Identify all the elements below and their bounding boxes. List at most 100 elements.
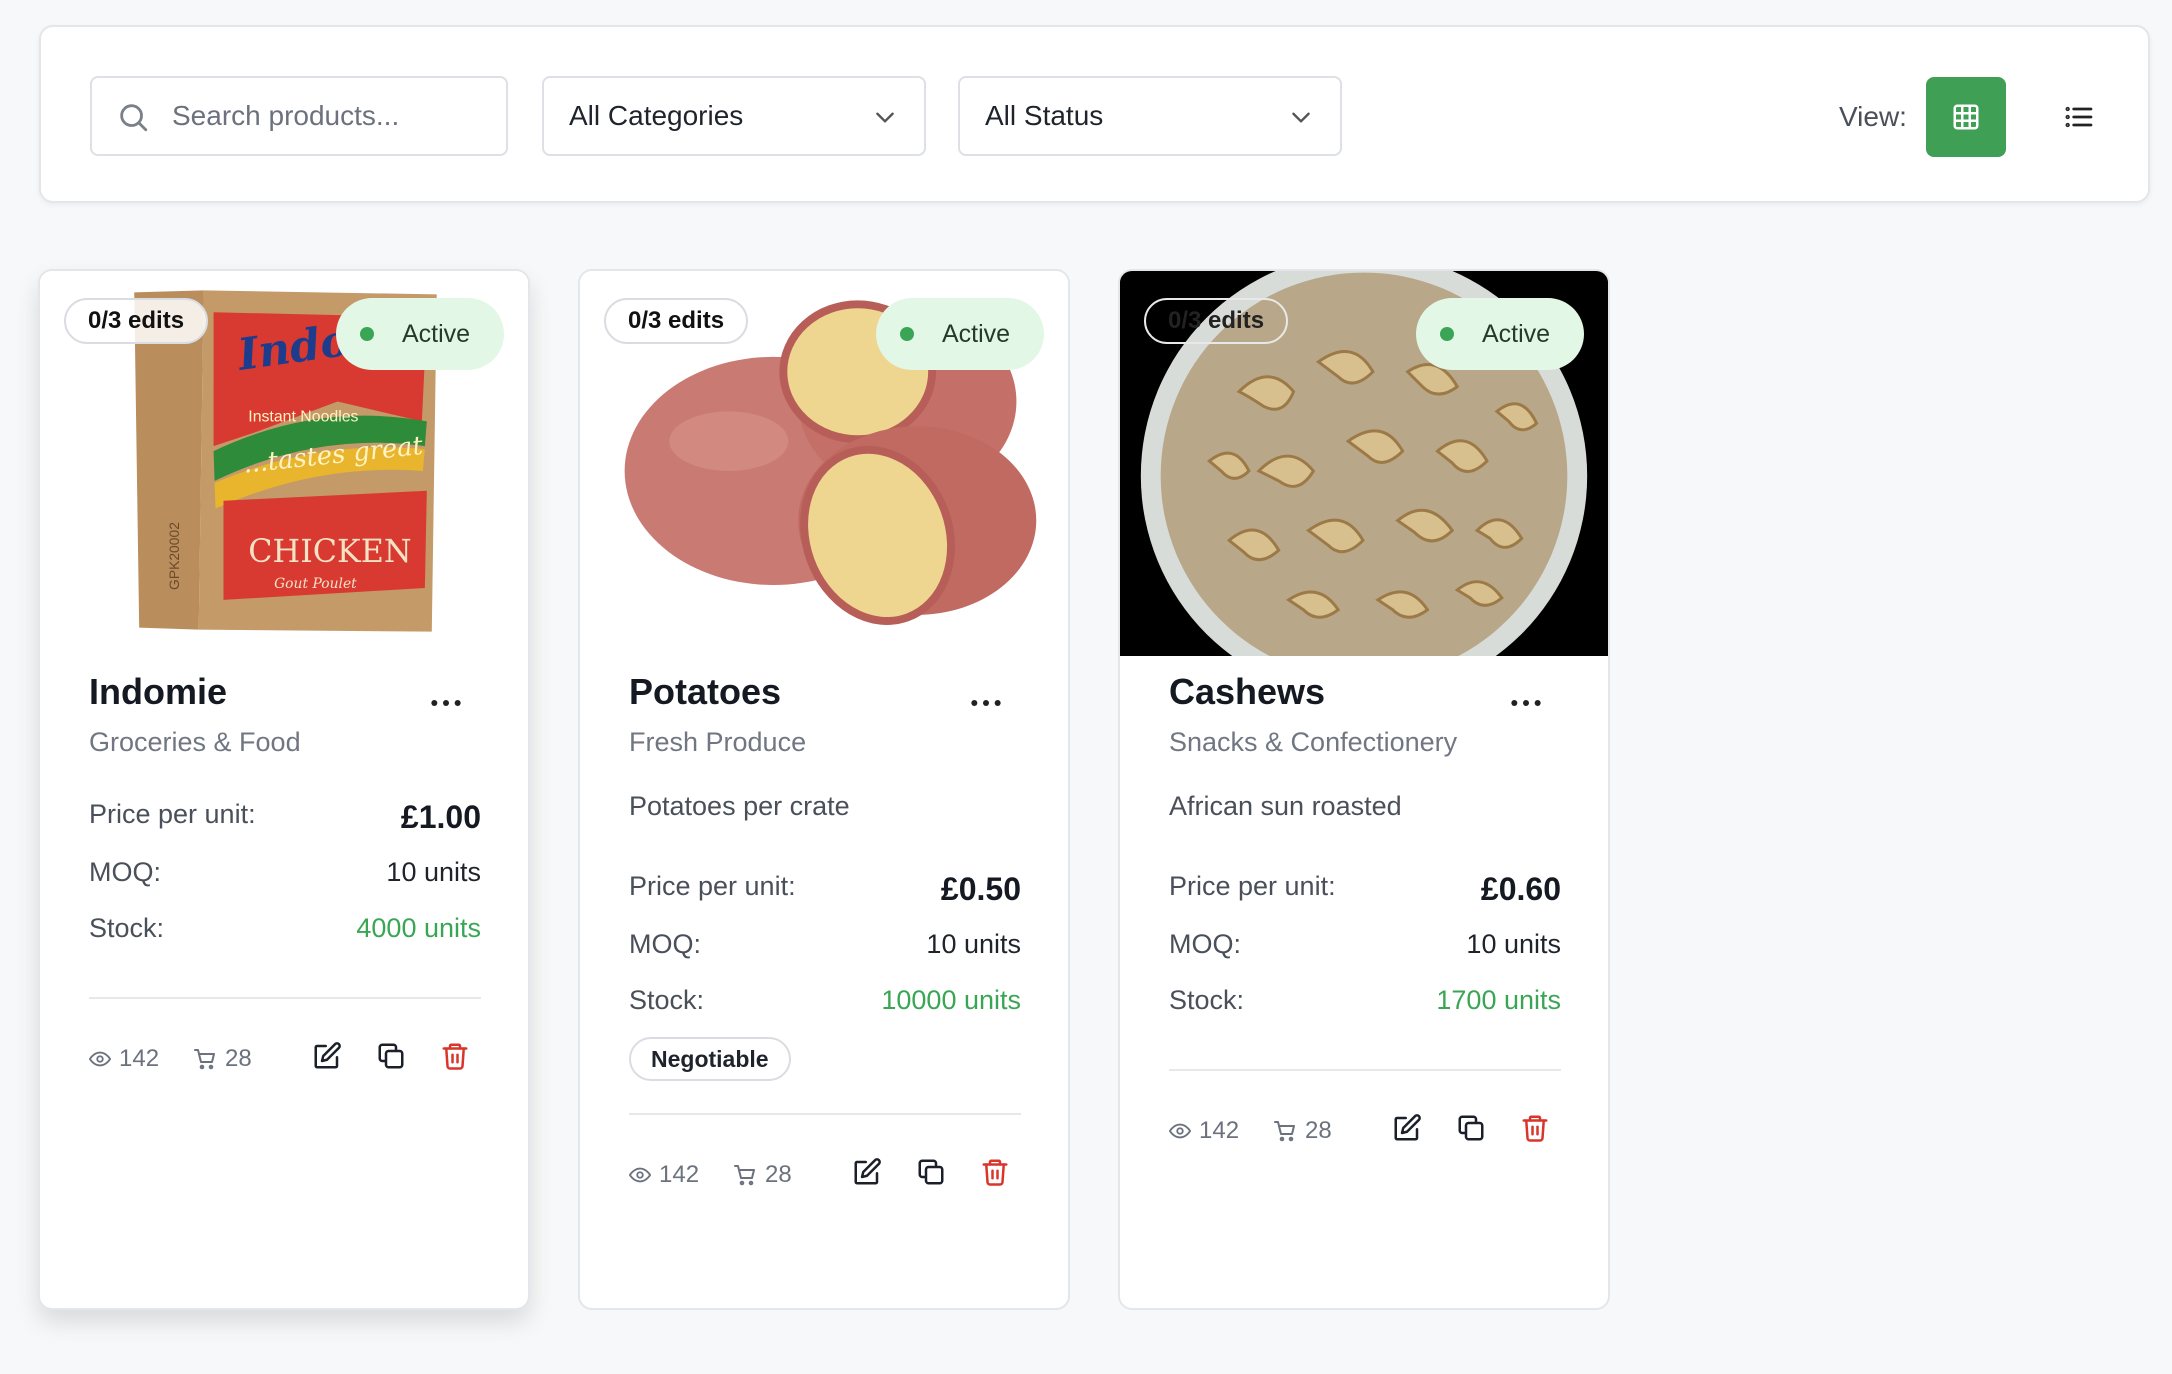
card-footer: 142 28 (89, 1039, 481, 1079)
copy-icon (1458, 1115, 1484, 1141)
chevron-down-icon (876, 112, 894, 123)
status-dot (1440, 327, 1454, 341)
price-label: Price per unit: (1169, 871, 1336, 901)
moq-row: MOQ: 10 units (89, 857, 481, 888)
duplicate-button[interactable] (914, 1155, 948, 1189)
edit-icon (1394, 1114, 1421, 1141)
cart-count: 28 (1305, 1117, 1332, 1144)
stock-value: 10000 units (881, 985, 1021, 1015)
moq-row: MOQ: 10 units (629, 929, 1021, 960)
delete-button[interactable] (438, 1039, 472, 1073)
svg-text:GPK20002: GPK20002 (166, 522, 182, 590)
eye-icon (1169, 1123, 1191, 1139)
stock-label: Stock: (1169, 985, 1245, 1015)
product-name: Indomie (89, 671, 228, 712)
price-row: Price per unit: £0.60 (1169, 871, 1561, 908)
status-text: Active (1482, 319, 1551, 348)
status-dot (360, 327, 374, 341)
stock-row: Stock: 1700 units (1169, 985, 1561, 1016)
edits-counter: 0/3 edits (604, 298, 749, 344)
product-description: Potatoes per crate (629, 791, 850, 821)
status-text: Active (402, 319, 471, 348)
status-select[interactable]: All Status (958, 76, 1342, 156)
view-label: View: (1839, 101, 1907, 132)
duplicate-button[interactable] (1454, 1111, 1488, 1145)
product-card[interactable]: 0/3 edits Active Potatoes Fresh Produce … (578, 269, 1070, 1310)
edit-button[interactable] (850, 1155, 884, 1189)
views-stat: 142 (89, 1045, 193, 1073)
more-options-icon[interactable] (426, 683, 466, 723)
product-category: Groceries & Food (89, 727, 301, 757)
search-icon (120, 104, 148, 132)
cart-icon (194, 1049, 215, 1070)
moq-label: MOQ: (1169, 929, 1241, 959)
trash-icon (442, 1043, 468, 1070)
stock-value: 4000 units (356, 913, 481, 943)
price-label: Price per unit: (89, 799, 256, 829)
views-stat: 142 (629, 1161, 733, 1189)
edit-button[interactable] (310, 1039, 344, 1073)
status-select-value: All Status (985, 100, 1104, 131)
duplicate-button[interactable] (374, 1039, 408, 1073)
status-badge: Active (1416, 298, 1584, 370)
moq-value: 10 units (926, 929, 1021, 959)
delete-button[interactable] (1518, 1111, 1552, 1145)
cart-icon (734, 1165, 755, 1186)
negotiable-badge: Negotiable (629, 1037, 791, 1081)
category-select[interactable]: All Categories (542, 76, 926, 156)
stock-label: Stock: (89, 913, 165, 943)
edit-icon (854, 1158, 881, 1185)
search-box[interactable] (90, 76, 508, 156)
price-value: £0.60 (1480, 871, 1561, 907)
status-badge: Active (336, 298, 504, 370)
copy-icon (918, 1159, 944, 1185)
product-card[interactable]: Indom Instant Noodles ...tastes great CH… (38, 269, 530, 1310)
moq-label: MOQ: (629, 929, 701, 959)
card-footer: 142 28 (1169, 1111, 1561, 1151)
copy-icon (378, 1043, 404, 1069)
status-dot (900, 327, 914, 341)
svg-text:CHICKEN: CHICKEN (248, 534, 411, 570)
cart-stat: 28 (193, 1045, 252, 1073)
cart-stat: 28 (733, 1161, 792, 1189)
stock-row: Stock: 10000 units (629, 985, 1021, 1016)
eye-icon (89, 1051, 111, 1067)
status-badge: Active (876, 298, 1044, 370)
delete-button[interactable] (978, 1155, 1012, 1189)
product-card[interactable]: 0/3 edits Active Cashews Snacks & Confec… (1118, 269, 1610, 1310)
moq-value: 10 units (1466, 929, 1561, 959)
edit-icon (314, 1042, 341, 1069)
more-options-icon[interactable] (1506, 683, 1546, 723)
svg-text:Instant Noodles: Instant Noodles (248, 408, 358, 425)
moq-row: MOQ: 10 units (1169, 929, 1561, 960)
product-category: Snacks & Confectionery (1169, 727, 1458, 757)
more-options-icon[interactable] (966, 683, 1006, 723)
status-text: Active (942, 319, 1011, 348)
cart-count: 28 (225, 1045, 252, 1072)
price-value: £1.00 (400, 799, 481, 835)
list-view-button[interactable] (2039, 77, 2119, 157)
filter-toolbar: All Categories All Status View: (39, 25, 2150, 203)
product-name: Potatoes (629, 671, 782, 712)
cart-icon (1274, 1121, 1295, 1142)
product-name: Cashews (1169, 671, 1326, 712)
divider (629, 1113, 1021, 1115)
search-input[interactable] (172, 78, 492, 154)
divider (1169, 1069, 1561, 1071)
stock-value: 1700 units (1436, 985, 1561, 1015)
moq-label: MOQ: (89, 857, 161, 887)
product-category: Fresh Produce (629, 727, 807, 757)
card-footer: 142 28 (629, 1155, 1021, 1195)
edit-button[interactable] (1390, 1111, 1424, 1145)
category-select-value: All Categories (569, 100, 744, 131)
grid-icon (1953, 104, 1979, 130)
product-description: African sun roasted (1169, 791, 1402, 821)
edits-counter: 0/3 edits (1144, 298, 1289, 344)
chevron-down-icon (1292, 112, 1310, 123)
list-icon (2065, 106, 2093, 128)
grid-view-button[interactable] (1926, 77, 2006, 157)
stock-label: Stock: (629, 985, 705, 1015)
moq-value: 10 units (386, 857, 481, 887)
views-count: 142 (1199, 1117, 1240, 1144)
price-value: £0.50 (940, 871, 1021, 907)
